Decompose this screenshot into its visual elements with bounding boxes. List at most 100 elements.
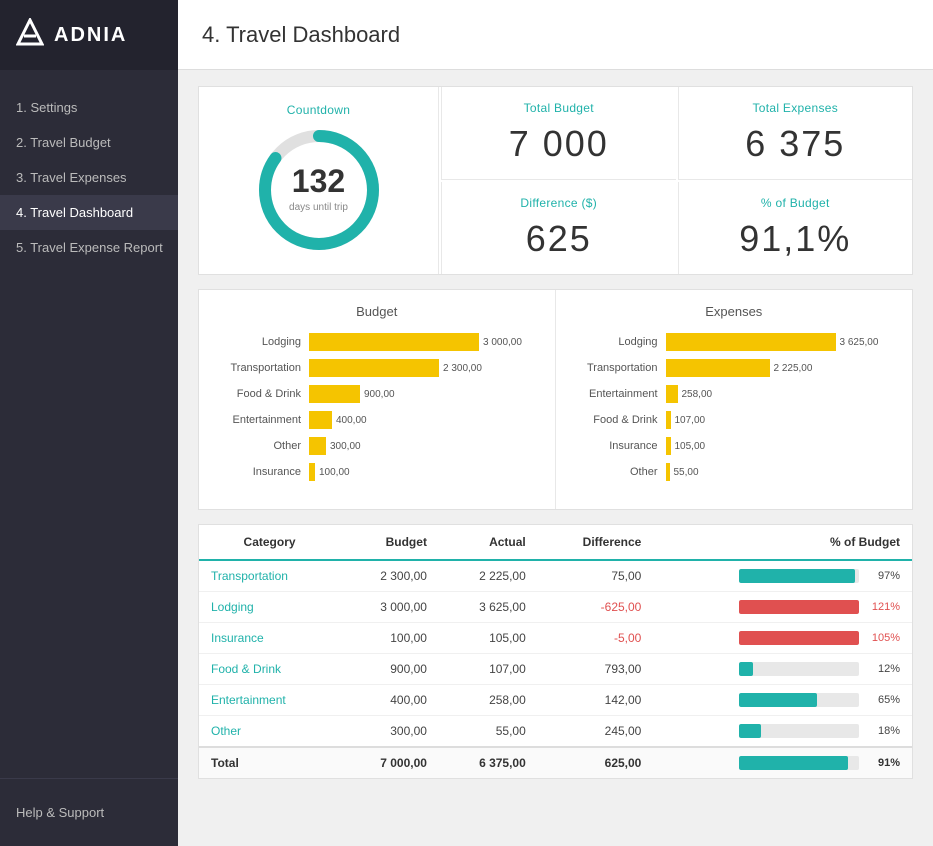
cell-actual: 258,00 (439, 685, 538, 716)
sidebar-item-help-support[interactable]: Help & Support (16, 795, 162, 830)
bar-value-label: 400,00 (336, 415, 367, 426)
sidebar-nav: 1. Settings 2. Travel Budget 3. Travel E… (0, 70, 178, 778)
bar-fill (666, 385, 678, 403)
bar-fill (666, 359, 770, 377)
countdown-donut: 132 days until trip (254, 125, 384, 255)
countdown-label: Countdown (287, 103, 350, 117)
table-body: Transportation2 300,002 225,0075,0097%Lo… (199, 560, 912, 778)
table-section: Category Budget Actual Difference % of B… (198, 524, 913, 779)
bar-container: 100,00 (309, 463, 535, 481)
cell-difference: 142,00 (538, 685, 654, 716)
bar-value-label: 2 300,00 (443, 363, 482, 374)
bar-label: Lodging (576, 336, 666, 348)
bar-value-label: 3 000,00 (483, 337, 522, 348)
cell-category: Lodging (199, 592, 340, 623)
col-actual: Actual (439, 525, 538, 560)
cell-pct-budget: 18% (653, 716, 912, 748)
difference-label: Difference ($) (462, 196, 656, 210)
sidebar-item-travel-expenses[interactable]: 3. Travel Expenses (0, 160, 178, 195)
cell-pct-budget: 65% (653, 685, 912, 716)
cell-actual: 105,00 (439, 623, 538, 654)
pct-budget-value: 91,1% (699, 218, 893, 260)
countdown-center: 132 days until trip (289, 165, 348, 215)
cell-category: Transportation (199, 560, 340, 592)
cell-difference: 793,00 (538, 654, 654, 685)
col-difference: Difference (538, 525, 654, 560)
cell-budget: 900,00 (340, 654, 439, 685)
bar-value-label: 100,00 (319, 467, 350, 478)
cell-actual: 3 625,00 (439, 592, 538, 623)
bar-value-label: 900,00 (364, 389, 395, 400)
table-row: Food & Drink900,00107,00793,0012% (199, 654, 912, 685)
total-expenses-label: Total Expenses (699, 101, 893, 115)
budget-chart: Budget Lodging3 000,00Transportation2 30… (199, 290, 556, 509)
bar-container: 107,00 (666, 411, 893, 429)
sidebar-item-travel-dashboard[interactable]: 4. Travel Dashboard (0, 195, 178, 230)
cell-pct-budget: 12% (653, 654, 912, 685)
total-budget-card: Total Budget 7 000 (441, 87, 676, 180)
bar-label: Insurance (219, 466, 309, 478)
cell-category: Other (199, 716, 340, 748)
bar-fill (666, 437, 671, 455)
pct-budget-label: % of Budget (699, 196, 893, 210)
sidebar-item-travel-budget[interactable]: 2. Travel Budget (0, 125, 178, 160)
bar-container: 2 225,00 (666, 359, 893, 377)
bar-label: Transportation (219, 362, 309, 374)
sidebar-item-travel-expense-report[interactable]: 5. Travel Expense Report (0, 230, 178, 265)
bar-label: Insurance (576, 440, 666, 452)
difference-card: Difference ($) 625 (441, 182, 676, 274)
bar-fill (666, 333, 836, 351)
bar-row: Insurance105,00 (576, 437, 893, 455)
bar-fill (666, 411, 671, 429)
expenses-chart-title: Expenses (576, 304, 893, 319)
cell-difference: -5,00 (538, 623, 654, 654)
budget-table: Category Budget Actual Difference % of B… (199, 525, 912, 778)
bar-fill (309, 385, 360, 403)
total-cell-2: 6 375,00 (439, 747, 538, 778)
bar-row: Other300,00 (219, 437, 535, 455)
cell-budget: 400,00 (340, 685, 439, 716)
countdown-card: Countdown 132 days until trip (199, 87, 439, 274)
bar-container: 3 000,00 (309, 333, 535, 351)
total-expenses-card: Total Expenses 6 375 (678, 87, 913, 180)
cell-category: Entertainment (199, 685, 340, 716)
total-cell-pct: 91% (653, 747, 912, 778)
sidebar-item-settings[interactable]: 1. Settings (0, 90, 178, 125)
cell-actual: 107,00 (439, 654, 538, 685)
total-budget-label: Total Budget (462, 101, 656, 115)
total-cell-0: Total (199, 747, 340, 778)
countdown-sub: days until trip (289, 202, 348, 213)
logo-icon (16, 18, 44, 52)
total-cell-3: 625,00 (538, 747, 654, 778)
bar-fill (309, 411, 332, 429)
table-row: Other300,0055,00245,0018% (199, 716, 912, 748)
cell-actual: 2 225,00 (439, 560, 538, 592)
bar-fill (309, 463, 315, 481)
bar-container: 900,00 (309, 385, 535, 403)
table-row: Entertainment400,00258,00142,0065% (199, 685, 912, 716)
sidebar: ADNIA 1. Settings 2. Travel Budget 3. Tr… (0, 0, 178, 846)
table-row: Insurance100,00105,00-5,00105% (199, 623, 912, 654)
bar-label: Entertainment (219, 414, 309, 426)
pct-budget-card: % of Budget 91,1% (678, 182, 913, 274)
bar-row: Food & Drink107,00 (576, 411, 893, 429)
bar-container: 2 300,00 (309, 359, 535, 377)
bar-fill (309, 359, 439, 377)
cell-category: Food & Drink (199, 654, 340, 685)
kpi-row: Countdown 132 days until trip Total Budg… (198, 86, 913, 275)
bar-value-label: 55,00 (674, 467, 699, 478)
bar-container: 3 625,00 (666, 333, 893, 351)
difference-value: 625 (462, 218, 656, 260)
bar-row: Insurance 100,00 (219, 463, 535, 481)
main-content: 4. Travel Dashboard Countdown 132 days u… (178, 0, 933, 846)
cell-pct-budget: 121% (653, 592, 912, 623)
expenses-chart: Expenses Lodging 3 625,00 Transportation2 … (556, 290, 913, 509)
cell-budget: 100,00 (340, 623, 439, 654)
bar-label: Transportation (576, 362, 666, 374)
bar-value-label: 3 625,00 (840, 337, 879, 348)
bar-row: Lodging3 000,00 (219, 333, 535, 351)
bar-row: Transportation2 225,00 (576, 359, 893, 377)
cell-difference: -625,00 (538, 592, 654, 623)
col-category: Category (199, 525, 340, 560)
logo-text: ADNIA (54, 24, 127, 47)
